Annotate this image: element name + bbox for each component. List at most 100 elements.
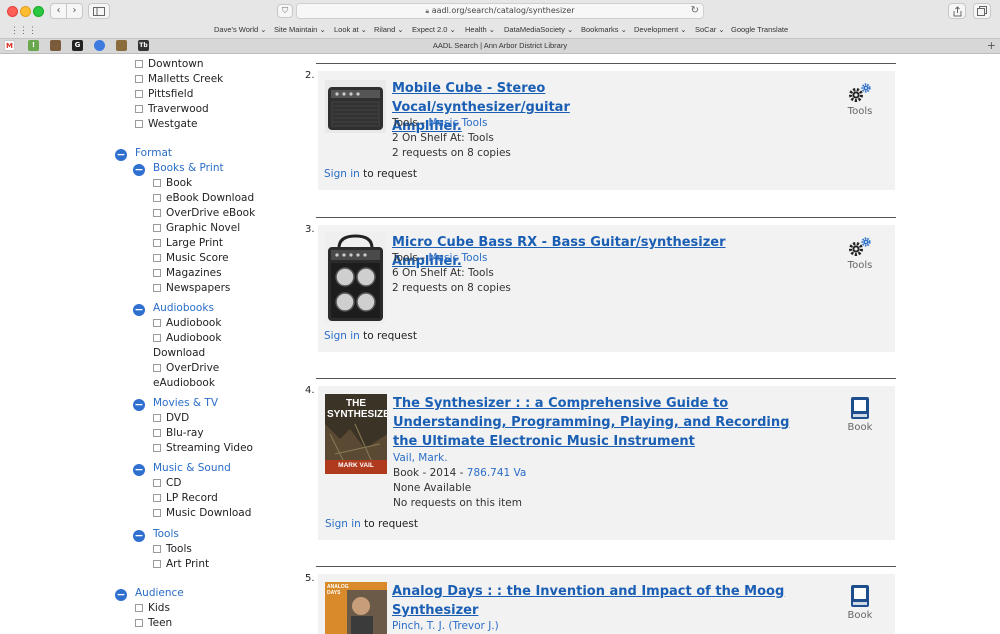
facet-option[interactable]: OverDrive eBook xyxy=(153,206,255,220)
facet-option[interactable]: Kids xyxy=(135,601,170,615)
active-tab-title[interactable]: AADL Search | Ann Arbor District Library xyxy=(0,41,1000,50)
facet-option[interactable]: Art Print xyxy=(153,557,209,571)
zoom-window-button[interactable] xyxy=(33,6,44,17)
facet-option[interactable]: Graphic Novel xyxy=(153,221,240,235)
book-cover-thumbnail[interactable]: ANALOG DAYS xyxy=(325,582,387,634)
checkbox[interactable] xyxy=(153,194,161,202)
result-title-link[interactable]: Analog Days : : the Invention and Impact… xyxy=(392,582,812,620)
facet-option[interactable]: Streaming Video xyxy=(153,441,253,455)
facet-group-audiobooks[interactable]: − Audiobooks xyxy=(133,301,214,316)
facet-option[interactable]: Music Score xyxy=(153,251,229,265)
close-window-button[interactable] xyxy=(7,6,18,17)
bookmark-socar[interactable]: SoCar ⌄ xyxy=(695,25,725,34)
checkbox[interactable] xyxy=(153,414,161,422)
bookmark-daves-world[interactable]: Dave's World ⌄ xyxy=(214,25,267,34)
collapse-icon[interactable]: − xyxy=(133,399,145,411)
bookmark-google-translate[interactable]: Google Translate xyxy=(731,25,788,34)
sidebar-toggle-button[interactable] xyxy=(88,3,110,19)
facet-option[interactable]: Music Download xyxy=(153,506,251,520)
checkbox[interactable] xyxy=(153,209,161,217)
facet-option[interactable]: LP Record xyxy=(153,491,218,505)
checkbox[interactable] xyxy=(135,105,143,113)
call-number-link[interactable]: 786.741 Va xyxy=(467,467,527,479)
result-title-link[interactable]: The Synthesizer : : a Comprehensive Guid… xyxy=(393,394,813,451)
bookmark-site-maintain[interactable]: Site Maintain ⌄ xyxy=(274,25,326,34)
privacy-shield-icon[interactable]: ⛉ xyxy=(277,4,293,18)
bookmark-riland[interactable]: Riland ⌄ xyxy=(374,25,404,34)
bookmark-datamediasociety[interactable]: DataMediaSociety ⌄ xyxy=(504,25,573,34)
facet-option[interactable]: Magazines xyxy=(153,266,222,280)
checkbox[interactable] xyxy=(135,604,143,612)
facet-option[interactable]: OverDrive xyxy=(153,361,219,375)
facet-option[interactable]: Traverwood xyxy=(135,102,209,116)
checkbox[interactable] xyxy=(153,494,161,502)
author-link[interactable]: Vail, Mark. xyxy=(393,451,448,466)
collapse-icon[interactable]: − xyxy=(133,304,145,316)
facet-option[interactable]: Book xyxy=(153,176,192,190)
sign-in-link[interactable]: Sign in xyxy=(325,518,361,530)
facet-option[interactable]: Malletts Creek xyxy=(135,72,223,86)
bass-amplifier-thumbnail[interactable] xyxy=(325,232,386,323)
category-link[interactable]: Music Tools xyxy=(428,252,487,264)
checkbox[interactable] xyxy=(153,284,161,292)
bookmark-health[interactable]: Health ⌄ xyxy=(465,25,495,34)
book-cover-thumbnail[interactable]: THE SYNTHESIZER MARK VAIL xyxy=(325,394,387,474)
address-bar[interactable]: ⛉ 🔒︎ aadl.org/search/catalog/synthesizer… xyxy=(277,3,704,19)
checkbox[interactable] xyxy=(153,545,161,553)
facet-option[interactable]: Large Print xyxy=(153,236,223,250)
show-tabs-button[interactable] xyxy=(973,3,991,19)
checkbox[interactable] xyxy=(153,444,161,452)
facet-option[interactable]: Audiobook xyxy=(153,316,221,330)
category-link[interactable]: Music Tools xyxy=(428,117,487,129)
checkbox[interactable] xyxy=(153,319,161,327)
checkbox[interactable] xyxy=(153,364,161,372)
new-tab-icon[interactable]: + xyxy=(987,40,996,52)
checkbox[interactable] xyxy=(153,254,161,262)
facet-option[interactable]: Teen xyxy=(135,616,172,630)
checkbox[interactable] xyxy=(135,120,143,128)
checkbox[interactable] xyxy=(153,479,161,487)
minimize-window-button[interactable] xyxy=(20,6,31,17)
facet-group-books-print[interactable]: − Books & Print xyxy=(133,161,224,176)
checkbox[interactable] xyxy=(153,429,161,437)
facet-option[interactable]: Blu-ray xyxy=(153,426,204,440)
checkbox[interactable] xyxy=(153,269,161,277)
facet-option[interactable]: Downtown xyxy=(135,57,204,71)
facet-group-music-sound[interactable]: − Music & Sound xyxy=(133,461,231,476)
checkbox[interactable] xyxy=(135,60,143,68)
checkbox[interactable] xyxy=(153,334,161,342)
checkbox[interactable] xyxy=(153,179,161,187)
bookmark-development[interactable]: Development ⌄ xyxy=(634,25,687,34)
checkbox[interactable] xyxy=(135,90,143,98)
grid-icon[interactable]: ⋮⋮⋮ xyxy=(10,25,37,36)
checkbox[interactable] xyxy=(135,619,143,627)
facet-option[interactable]: Audiobook xyxy=(153,331,221,345)
bookmark-expect[interactable]: Expect 2.0 ⌄ xyxy=(412,25,456,34)
forward-button[interactable]: › xyxy=(66,3,83,19)
collapse-icon[interactable]: − xyxy=(115,589,127,601)
facet-option[interactable]: Newspapers xyxy=(153,281,230,295)
facet-option[interactable]: Tools xyxy=(153,542,192,556)
sign-in-link[interactable]: Sign in xyxy=(324,168,360,180)
collapse-icon[interactable]: − xyxy=(115,149,127,161)
sign-in-link[interactable]: Sign in xyxy=(324,330,360,342)
reload-icon[interactable]: ↻ xyxy=(691,4,699,18)
facet-option[interactable]: DVD xyxy=(153,411,189,425)
collapse-icon[interactable]: − xyxy=(133,530,145,542)
author-link[interactable]: Pinch, T. J. (Trevor J.) xyxy=(392,619,499,634)
facet-group-movies-tv[interactable]: − Movies & TV xyxy=(133,396,218,411)
amplifier-thumbnail[interactable] xyxy=(325,80,386,133)
checkbox[interactable] xyxy=(153,509,161,517)
checkbox[interactable] xyxy=(153,239,161,247)
back-button[interactable]: ‹ xyxy=(50,3,67,19)
checkbox[interactable] xyxy=(153,560,161,568)
facet-group-format[interactable]: − Format xyxy=(115,146,172,161)
checkbox[interactable] xyxy=(135,75,143,83)
facet-option[interactable]: Westgate xyxy=(135,117,198,131)
facet-group-audience[interactable]: − Audience xyxy=(115,586,184,601)
facet-group-tools[interactable]: − Tools xyxy=(133,527,179,542)
collapse-icon[interactable]: − xyxy=(133,464,145,476)
facet-option[interactable]: eBook Download xyxy=(153,191,254,205)
facet-option[interactable]: Pittsfield xyxy=(135,87,193,101)
bookmark-bookmarks[interactable]: Bookmarks ⌄ xyxy=(581,25,627,34)
